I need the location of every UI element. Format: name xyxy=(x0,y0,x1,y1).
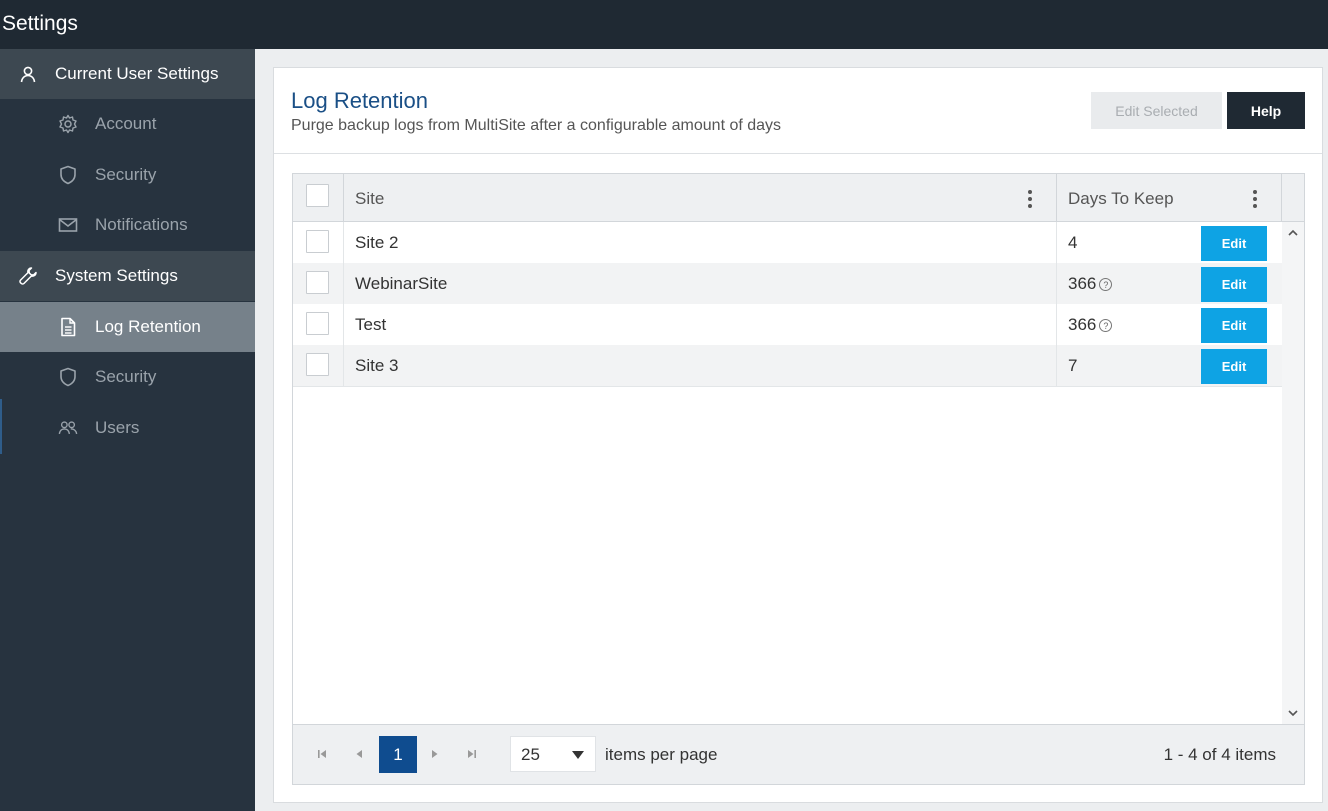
days-cell: 4 Edit xyxy=(1057,222,1282,263)
row-edit-button[interactable]: Edit xyxy=(1201,308,1267,343)
site-cell: Site 3 xyxy=(344,345,1057,386)
days-value-wrap: 7 xyxy=(1068,356,1077,376)
sidebar-section-label: Current User Settings xyxy=(55,64,219,83)
row-select-cell xyxy=(293,345,344,386)
days-value: 366 xyxy=(1068,315,1097,334)
users-icon xyxy=(58,418,78,438)
row-select-cell xyxy=(293,263,344,304)
days-cell: 366? Edit xyxy=(1057,304,1282,345)
grid-header: Site Days To Keep xyxy=(293,174,1304,222)
site-cell: Test xyxy=(344,304,1057,345)
sidebar-item-users[interactable]: Users xyxy=(0,403,255,453)
gear-icon xyxy=(58,114,78,134)
sidebar-section-system-settings[interactable]: System Settings xyxy=(0,251,255,301)
table-row: Test 366? Edit xyxy=(293,304,1282,345)
row-checkbox[interactable] xyxy=(306,230,329,253)
chevron-down-icon[interactable] xyxy=(1287,706,1299,718)
sidebar-item-account[interactable]: Account xyxy=(0,99,255,149)
days-cell: 7 Edit xyxy=(1057,345,1282,386)
days-value: 7 xyxy=(1068,356,1078,375)
site-name: Test xyxy=(355,315,387,334)
previous-page-icon[interactable] xyxy=(351,746,367,762)
select-all-checkbox[interactable] xyxy=(306,184,329,207)
first-page-icon[interactable] xyxy=(314,746,330,762)
column-menu-icon[interactable] xyxy=(1028,190,1032,208)
row-edit-button[interactable]: Edit xyxy=(1201,267,1267,302)
page-title: Log Retention xyxy=(291,88,428,113)
table-row: WebinarSite 366? Edit xyxy=(293,263,1282,304)
shield-icon xyxy=(58,367,78,387)
page-subtitle: Purge backup logs from MultiSite after a… xyxy=(291,117,782,134)
table-row: Site 2 4 Edit xyxy=(293,222,1282,263)
caret-down-icon xyxy=(572,751,584,759)
pager: 1 25 items per page 1 - 4 of 4 items xyxy=(293,724,1304,784)
sidebar: Current User Settings Account Security N… xyxy=(0,49,255,811)
rows-bottom-divider xyxy=(293,386,1282,387)
app-title: Settings xyxy=(2,12,78,35)
column-header-label: Days To Keep xyxy=(1068,189,1174,208)
sidebar-section-label: System Settings xyxy=(55,266,178,285)
sidebar-item-label: Users xyxy=(95,418,140,437)
column-menu-icon[interactable] xyxy=(1253,190,1257,208)
document-icon xyxy=(58,317,78,337)
help-circle-icon[interactable]: ? xyxy=(1099,319,1113,332)
sidebar-item-notifications[interactable]: Notifications xyxy=(0,200,255,250)
sidebar-item-security[interactable]: Security xyxy=(0,150,255,200)
site-cell: Site 2 xyxy=(344,222,1057,263)
last-page-icon[interactable] xyxy=(464,746,480,762)
vertical-scrollbar[interactable] xyxy=(1282,222,1304,724)
row-checkbox[interactable] xyxy=(306,353,329,376)
sidebar-item-label: Security xyxy=(95,165,157,184)
row-checkbox[interactable] xyxy=(306,271,329,294)
row-select-cell xyxy=(293,222,344,263)
next-page-icon[interactable] xyxy=(427,746,443,762)
column-header-site[interactable]: Site xyxy=(344,174,1057,222)
site-cell: WebinarSite xyxy=(344,263,1057,304)
days-value: 366 xyxy=(1068,274,1097,293)
sidebar-item-label: Log Retention xyxy=(95,317,201,336)
panel-header: Log Retention Purge backup logs from Mul… xyxy=(274,68,1322,154)
current-page-button[interactable]: 1 xyxy=(379,736,417,773)
grid-body: Site 2 4 Edit WebinarSite 366? Edit Test… xyxy=(293,222,1282,724)
log-retention-panel: Log Retention Purge backup logs from Mul… xyxy=(273,67,1323,803)
days-value: 4 xyxy=(1068,233,1078,252)
sidebar-item-label: Account xyxy=(95,114,157,133)
column-header-label: Site xyxy=(355,189,385,208)
envelope-icon xyxy=(58,215,78,235)
column-header-days-to-keep[interactable]: Days To Keep xyxy=(1057,174,1282,222)
header-select-cell xyxy=(293,174,344,222)
sidebar-item-system-security[interactable]: Security xyxy=(0,352,255,402)
site-name: Site 3 xyxy=(355,356,399,375)
top-bar: Settings xyxy=(0,0,1328,49)
shield-icon xyxy=(58,165,78,185)
sidebar-item-log-retention[interactable]: Log Retention xyxy=(0,302,255,352)
sidebar-item-label: Notifications xyxy=(95,215,188,234)
log-retention-grid: Site Days To Keep Site 2 4 Edit WebinarS… xyxy=(292,173,1305,785)
edit-selected-button[interactable]: Edit Selected xyxy=(1091,92,1222,129)
days-value-wrap: 4 xyxy=(1068,233,1077,253)
row-edit-button[interactable]: Edit xyxy=(1201,226,1267,261)
page-size-select[interactable]: 25 xyxy=(510,736,596,772)
items-per-page-label: items per page xyxy=(605,745,718,764)
sidebar-edge-accent xyxy=(0,399,2,454)
days-value-wrap: 366? xyxy=(1068,315,1113,335)
wrench-icon xyxy=(18,266,38,286)
row-select-cell xyxy=(293,304,344,345)
site-name: Site 2 xyxy=(355,233,399,252)
row-checkbox[interactable] xyxy=(306,312,329,335)
chevron-up-icon[interactable] xyxy=(1287,226,1299,238)
help-circle-icon[interactable]: ? xyxy=(1099,278,1113,291)
table-row: Site 3 7 Edit xyxy=(293,345,1282,386)
pager-info: 1 - 4 of 4 items xyxy=(1163,745,1276,764)
row-edit-button[interactable]: Edit xyxy=(1201,349,1267,384)
user-icon xyxy=(18,64,38,84)
sidebar-section-current-user-settings[interactable]: Current User Settings xyxy=(0,49,255,99)
days-value-wrap: 366? xyxy=(1068,274,1113,294)
days-cell: 366? Edit xyxy=(1057,263,1282,304)
page-size-value: 25 xyxy=(521,745,540,764)
site-name: WebinarSite xyxy=(355,274,448,293)
help-button[interactable]: Help xyxy=(1227,92,1305,129)
sidebar-item-label: Security xyxy=(95,367,157,386)
